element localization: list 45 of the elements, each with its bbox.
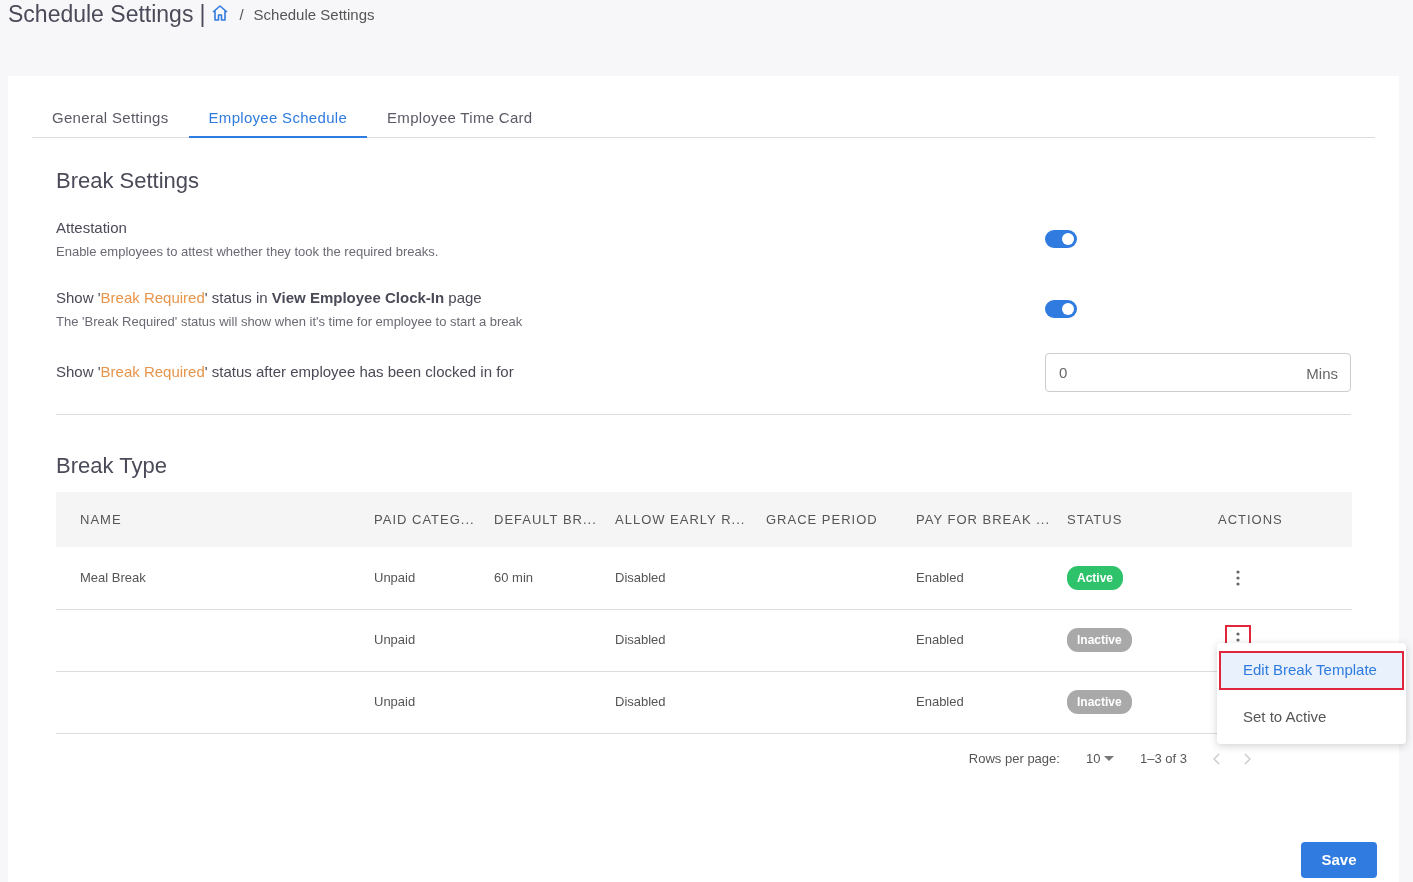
breadcrumb-item: / [239,5,244,25]
page-title: Schedule Settings [8,0,194,28]
setting-description: The 'Break Required' status will show when it's time for employee to start a break [56,312,523,331]
status-badge: Active [1067,565,1124,590]
setting-description: Enable employees to attest whether they took the required breaks. [56,242,439,261]
table-cell: Enabled [916,570,964,585]
column-header: PAY FOR BREAK ... [915,492,1066,547]
setting-label: Attestation [56,218,128,238]
tab[interactable]: General Settings [32,100,189,138]
column-header: NAME [56,492,373,547]
status-badge: Inactive [1067,690,1132,714]
tab[interactable]: Employee Schedule [188,100,368,138]
menu-item[interactable]: Edit Break Template [1219,651,1404,690]
table-cell: Disabled [615,570,666,585]
unit-label: Mins [1306,364,1338,384]
menu-item[interactable]: Set to Active [1219,697,1404,736]
page-range: 1–3 of 3 [1140,749,1187,768]
table-cell: Unpaid [374,632,416,648]
column-header: GRACE PERIOD [765,492,915,547]
status-badge: Inactive [1067,628,1132,652]
column-header: ACTIONS [1217,492,1352,547]
breadcrumb-item: Schedule Settings [253,5,375,25]
rows-per-page-label: Rows per page: [968,749,1060,768]
column-header: STATUS [1066,492,1217,547]
column-header: DEFAULT BR... [493,492,614,547]
save-button[interactable]: Save [1301,842,1377,878]
section-title: Break Settings [56,167,201,195]
toggle-switch[interactable] [1045,230,1077,248]
table-cell: Meal Break [80,570,146,585]
column-header: PAID CATEG... [373,492,493,547]
column-header: ALLOW EARLY R... [614,492,765,547]
table-cell: Enabled [916,632,964,648]
table-cell: Unpaid [374,570,416,585]
rows-per-page-select[interactable]: 10 [1085,748,1114,769]
table-cell: 60 min [494,570,534,585]
setting-label: Show 'Break Required' status after employee has been clocked in for [56,362,514,383]
tab[interactable]: Employee Time Card [367,100,553,138]
separator: | [199,0,206,28]
section-title: Break Type [56,452,168,480]
table-cell: Disabled [615,632,666,648]
table-cell: Enabled [916,694,964,710]
toggle-switch[interactable] [1045,300,1077,318]
table-cell: Unpaid [374,694,416,710]
table-cell: Disabled [615,694,666,710]
setting-label: Show 'Break Required' status in View Employee Clock-In page [56,288,483,308]
